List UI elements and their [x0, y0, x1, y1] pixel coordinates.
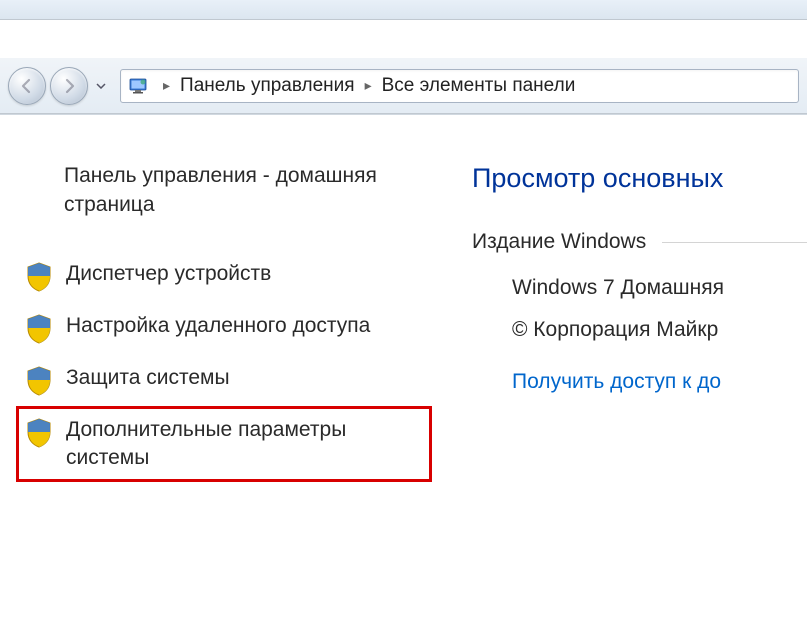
chevron-down-icon	[96, 83, 106, 89]
get-more-features-link[interactable]: Получить доступ к до	[472, 342, 807, 394]
content-area: Панель управления - домашняя страница Ди…	[0, 114, 807, 625]
shield-icon	[26, 366, 52, 396]
sidebar-item-device-manager[interactable]: Диспетчер устройств	[16, 250, 432, 302]
breadcrumb-separator[interactable]: ▸	[155, 77, 178, 94]
windows-edition-value: Windows 7 Домашняя	[472, 258, 807, 300]
sidebar-item-label: Настройка удаленного доступа	[66, 312, 370, 340]
history-dropdown[interactable]	[92, 67, 110, 105]
windows-edition-group: Издание Windows	[472, 230, 807, 254]
copyright-text: © Корпорация Майкр	[472, 300, 807, 342]
navigation-bar: ▸ Панель управления ▸ Все элементы панел…	[0, 58, 807, 114]
forward-button[interactable]	[50, 67, 88, 105]
page-heading: Просмотр основных	[472, 163, 807, 194]
sidebar-item-system-protection[interactable]: Защита системы	[16, 354, 432, 406]
sidebar: Панель управления - домашняя страница Ди…	[0, 115, 440, 625]
sidebar-item-label: Защита системы	[66, 364, 230, 392]
shield-icon	[26, 262, 52, 292]
arrow-right-icon	[61, 78, 77, 94]
sidebar-home-link[interactable]: Панель управления - домашняя страница	[16, 145, 432, 250]
breadcrumb-item-all-items[interactable]: Все элементы панели	[380, 75, 578, 97]
breadcrumb-item-control-panel[interactable]: Панель управления	[178, 75, 357, 97]
shield-icon	[26, 314, 52, 344]
sidebar-item-label: Диспетчер устройств	[66, 260, 271, 288]
main-panel: Просмотр основных Издание Windows Window…	[440, 115, 807, 625]
window-title-bar	[0, 0, 807, 20]
breadcrumb-separator[interactable]: ▸	[357, 77, 380, 94]
sidebar-item-advanced-settings[interactable]: Дополнительные параметры системы	[16, 406, 432, 483]
sidebar-item-label: Дополнительные параметры системы	[66, 416, 422, 473]
shield-icon	[26, 418, 52, 448]
back-button[interactable]	[8, 67, 46, 105]
control-panel-icon	[127, 75, 149, 97]
arrow-left-icon	[19, 78, 35, 94]
address-bar[interactable]: ▸ Панель управления ▸ Все элементы панел…	[120, 69, 799, 103]
sidebar-item-remote-settings[interactable]: Настройка удаленного доступа	[16, 302, 432, 354]
